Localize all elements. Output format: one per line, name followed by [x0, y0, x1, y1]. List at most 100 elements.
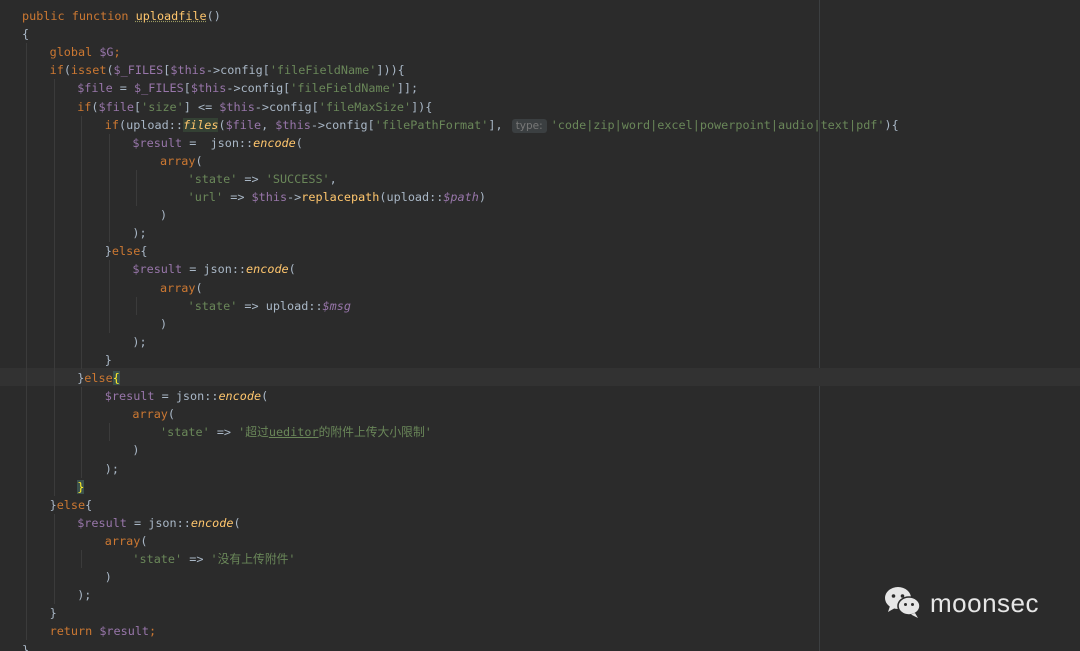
right-margin-guide — [819, 0, 820, 651]
code-token: ); — [104, 461, 120, 476]
code-line[interactable]: array( — [105, 532, 148, 550]
code-line[interactable]: return $result; — [50, 622, 157, 640]
code-token: => upload:: — [237, 298, 323, 313]
code-editor[interactable]: public function uploadfile() { global $G; i… — [0, 0, 1080, 651]
code-line[interactable]: if($file['size'] <= $this->config['fileM… — [77, 98, 432, 116]
code-token: , — [329, 171, 337, 186]
code-line[interactable]: $file = $_FILES[$this->config['fileField… — [77, 79, 418, 97]
code-line[interactable]: if(isset($_FILES[$this->config['fileFiel… — [50, 61, 405, 79]
keyword-token: return — [49, 624, 100, 639]
code-line[interactable]: 'state' => 'SUCCESS', — [188, 170, 337, 188]
code-line[interactable]: 'url' => $this->replacepath(upload::$pat… — [188, 188, 486, 206]
indent-guide — [81, 550, 83, 569]
code-line[interactable]: $result = json::encode( — [105, 387, 268, 405]
code-token: ]){ — [411, 99, 433, 114]
code-line[interactable]: $result = json::encode( — [132, 260, 295, 278]
code-line[interactable]: }else{ — [105, 242, 148, 260]
code-token: ); — [132, 334, 147, 349]
indent-guide — [136, 296, 138, 315]
code-line[interactable]: ); — [105, 460, 119, 478]
parameter-hint: type: — [511, 118, 547, 133]
string-token: '没有上传附件' — [210, 552, 296, 566]
code-token: ->config[ — [205, 63, 270, 78]
current-line-highlight — [0, 368, 1080, 386]
code-line[interactable]: ); — [132, 224, 146, 242]
code-token: ) — [478, 190, 486, 204]
code-token: => — [237, 171, 266, 186]
keyword-token: else — [56, 497, 86, 512]
variable-token: $_FILES — [113, 63, 164, 78]
code-token: { — [140, 244, 148, 259]
code-token: ( — [91, 99, 99, 114]
code-token: } — [104, 244, 112, 259]
keyword-token: array — [160, 153, 196, 168]
code-token: = — [112, 81, 135, 96]
code-line[interactable]: global $G; — [50, 43, 121, 61]
code-line[interactable]: array( — [160, 279, 203, 297]
variable-token: $_FILES — [134, 81, 184, 96]
code-line[interactable]: } — [77, 478, 85, 496]
code-line[interactable]: { — [22, 25, 29, 43]
variable-token: $this — [170, 63, 206, 78]
code-line[interactable]: } — [22, 641, 29, 651]
keyword-token: global — [49, 45, 100, 60]
function-token: replacepath — [301, 190, 380, 204]
watermark: moonsec — [884, 585, 1039, 622]
code-line[interactable]: if(upload::files($file, $this->config['f… — [105, 116, 899, 134]
code-token: ) — [104, 570, 112, 585]
code-line[interactable]: ) — [132, 441, 139, 459]
code-line[interactable]: ) — [105, 568, 112, 586]
code-line[interactable]: } — [50, 604, 57, 622]
code-line[interactable]: public function uploadfile() — [22, 7, 221, 25]
code-token: ( — [106, 63, 114, 78]
variable-token: $this — [190, 81, 227, 96]
string-token: 'fileFieldName' — [269, 63, 377, 78]
code-token: ] <= — [183, 99, 220, 114]
variable-token: $this — [275, 117, 311, 132]
indent-guide — [108, 260, 110, 333]
function-name-token: uploadfile — [135, 9, 207, 23]
string-token: 的附件上传大小限制' — [318, 425, 432, 440]
code-line[interactable]: array( — [132, 405, 175, 423]
code-line[interactable]: ); — [132, 333, 146, 351]
code-token: ) — [160, 316, 168, 331]
code-line[interactable]: }else{ — [50, 496, 93, 514]
code-token: = json:: — [154, 389, 219, 404]
string-token: 'size' — [141, 99, 184, 114]
code-line[interactable]: ); — [77, 586, 91, 604]
code-line[interactable]: ) — [160, 315, 167, 333]
wechat-icon — [884, 585, 922, 622]
indent-guide — [81, 115, 83, 369]
code-token: , — [261, 117, 276, 132]
code-line[interactable]: $result = json::encode( — [77, 514, 240, 532]
code-line[interactable]: array( — [160, 152, 203, 170]
string-token: ueditor — [268, 425, 319, 440]
code-line[interactable]: }else{ — [77, 369, 120, 387]
variable-token: $file — [225, 117, 262, 132]
code-token: ); — [132, 226, 147, 241]
code-token: ->config[ — [310, 117, 375, 132]
keyword-token: if — [49, 63, 64, 78]
code-token: ( — [140, 533, 148, 548]
code-line[interactable]: 'state' => '超过ueditor的附件上传大小限制' — [160, 423, 432, 441]
keyword-token: ; — [113, 45, 121, 60]
variable-token: $result — [132, 135, 183, 150]
keyword-token: array — [104, 533, 141, 548]
code-token: ( — [195, 153, 203, 168]
code-token: ( — [261, 389, 269, 404]
code-line[interactable]: $result = json::encode( — [132, 134, 302, 152]
code-line[interactable]: ) — [160, 206, 167, 224]
property-token: $msg — [322, 298, 351, 313]
code-line[interactable]: 'state' => upload::$msg — [188, 297, 351, 315]
string-token: 'url' — [187, 190, 224, 204]
variable-token: $file — [77, 81, 113, 96]
code-token: ]]; — [396, 81, 419, 96]
string-token: 'code|zip|word|excel|powerpoint|audio|te… — [550, 117, 885, 132]
code-line[interactable]: 'state' => '没有上传附件' — [132, 550, 295, 568]
code-token: { — [22, 27, 30, 42]
code-token: } — [104, 352, 112, 367]
indent-guide — [108, 133, 110, 243]
code-line[interactable]: } — [105, 351, 112, 369]
code-token: ) — [160, 208, 168, 223]
indent-guide — [81, 387, 83, 478]
